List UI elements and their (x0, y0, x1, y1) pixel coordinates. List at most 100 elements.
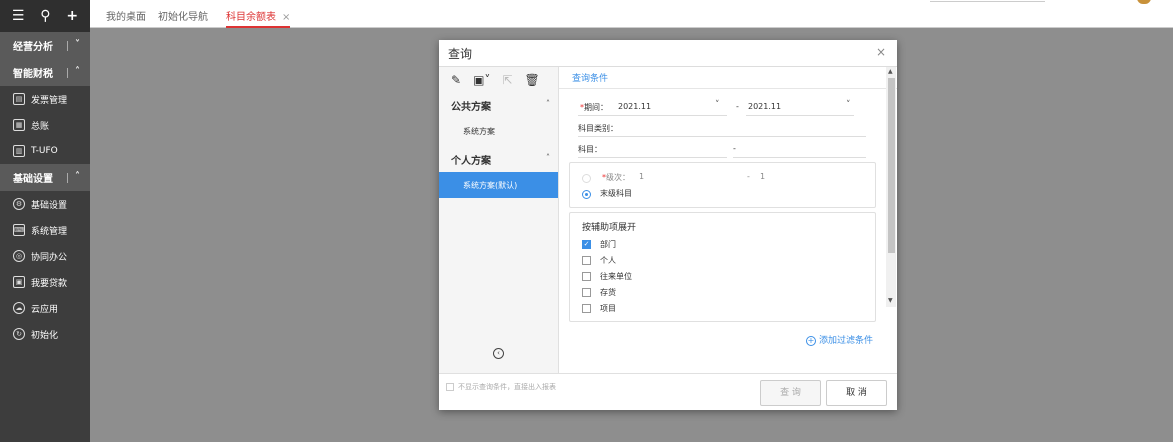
scroll-down-icon[interactable]: ▼ (888, 297, 893, 304)
delete-icon[interactable]: 🗑 (524, 73, 539, 87)
system-icon: ⌨ (13, 224, 25, 236)
level-label-text: 级次： (606, 173, 630, 182)
add-filter-link[interactable]: + 添加过滤条件 (806, 333, 873, 346)
public-scheme-header[interactable]: 公共方案 ˄ (439, 92, 558, 118)
sidebar-item-label: 协同办公 (31, 252, 68, 263)
dialog-header: 查询 × (439, 40, 897, 67)
brand-icon (1137, 0, 1151, 4)
chevron-down-icon[interactable]: ˅ (846, 100, 851, 110)
checkbox-partner[interactable] (582, 272, 591, 281)
tab-query-conditions[interactable]: 查询条件 (572, 71, 608, 84)
tab-init-nav[interactable]: 初始化导航 (158, 8, 208, 23)
scroll-thumb[interactable] (888, 78, 895, 253)
scheme-pane: ✎ ▣˅ ⇱ 🗑 公共方案 ˄ 系统方案 个人方案 ˄ 系统方案(默认) ‹ (439, 67, 559, 373)
chevron-up-icon[interactable]: ˄ (546, 99, 550, 108)
level-to-value[interactable]: 1 (760, 172, 765, 181)
level-label: *级次： (602, 172, 630, 183)
dialog-footer: 不显示查询条件，直接出入报表 查 询 取 消 (439, 373, 897, 410)
nav-group-business-analysis[interactable]: 经营分析 ˅ (0, 32, 90, 59)
sidebar-item-label: 云应用 (31, 304, 59, 315)
nav-group-label: 经营分析 (13, 42, 53, 53)
search-icon[interactable]: ⚲ (40, 8, 50, 24)
public-scheme-item[interactable]: 系统方案 (439, 118, 558, 144)
tab-label: 科目余额表 (226, 12, 276, 23)
aux-item-label: 个人 (600, 256, 616, 265)
checkbox-person[interactable] (582, 256, 591, 265)
plus-icon[interactable]: + (66, 8, 78, 24)
save-dropdown-icon[interactable]: ▣˅ (473, 73, 490, 87)
aux-item-label: 项目 (600, 304, 616, 313)
section-label: 公共方案 (451, 101, 491, 113)
add-circle-icon: + (806, 336, 816, 346)
last-level-radio[interactable] (582, 190, 591, 199)
chevron-up-icon[interactable]: ˄ (75, 171, 80, 182)
sidebar-item-label: 系统管理 (31, 226, 68, 237)
skip-conditions-checkbox[interactable] (446, 383, 454, 391)
skip-conditions-option[interactable]: 不显示查询条件，直接出入报表 (446, 382, 556, 392)
personal-scheme-item-default[interactable]: 系统方案(默认) (439, 172, 558, 198)
loan-icon: ▣ (13, 276, 25, 288)
subject-to-field[interactable] (733, 157, 866, 158)
personal-scheme-header[interactable]: 个人方案 ˄ (439, 146, 558, 172)
checkbox-department[interactable]: ✓ (582, 240, 591, 249)
scheme-toolbar: ✎ ▣˅ ⇱ 🗑 (439, 67, 558, 92)
aux-item-label: 部门 (600, 240, 616, 249)
collapse-left-icon[interactable]: ‹ (493, 348, 504, 359)
query-button[interactable]: 查 询 (760, 380, 821, 406)
sidebar-item-tufo[interactable]: ▥ T-UFO (0, 138, 90, 164)
period-from-value[interactable]: 2021.11 (618, 102, 651, 111)
sidebar-item-ledger[interactable]: ▦ 总账 (0, 112, 90, 138)
sidebar-item-collab[interactable]: ◎ 协同办公 (0, 243, 90, 269)
sidebar-item-invoice[interactable]: ▤ 发票管理 (0, 86, 90, 112)
init-icon: ↻ (13, 328, 25, 340)
export-icon: ⇱ (502, 72, 513, 87)
chevron-down-icon[interactable]: ˅ (715, 100, 720, 110)
skip-conditions-label: 不显示查询条件，直接出入报表 (458, 383, 556, 391)
divider (67, 173, 68, 183)
invoice-icon: ▤ (13, 93, 25, 105)
nav-group-label: 智能财税 (13, 69, 53, 80)
checkbox-project[interactable] (582, 304, 591, 313)
period-separator: - (736, 102, 739, 111)
sidebar-item-init[interactable]: ↻ 初始化 (0, 321, 90, 347)
close-icon[interactable]: × (282, 12, 290, 23)
tab-bar: 我的桌面 初始化导航 科目余额表 × (90, 0, 1173, 28)
close-icon[interactable]: × (876, 45, 886, 59)
level-from-value[interactable]: 1 (639, 172, 644, 181)
edit-icon[interactable]: ✎ (451, 73, 461, 87)
sidebar-item-label: 基础设置 (31, 200, 68, 211)
sidebar-item-loan[interactable]: ▣ 我要贷款 (0, 269, 90, 295)
sidebar: ☰ ⚲ + 经营分析 ˅ 智能财税 ˄ ▤ 发票管理 ▦ 总账 ▥ T-UFO … (0, 0, 90, 442)
sidebar-item-label: 初始化 (31, 330, 59, 341)
divider (67, 68, 68, 78)
chevron-down-icon[interactable]: ˅ (75, 39, 80, 50)
top-search-field[interactable] (930, 0, 1045, 2)
chevron-up-icon[interactable]: ˄ (75, 66, 80, 77)
checkbox-inventory[interactable] (582, 288, 591, 297)
category-field[interactable] (578, 136, 866, 137)
sidebar-item-system[interactable]: ⌨ 系统管理 (0, 217, 90, 243)
sidebar-item-cloud[interactable]: ☁ 云应用 (0, 295, 90, 321)
nav-group-smart-tax[interactable]: 智能财税 ˄ (0, 59, 90, 86)
ledger-icon: ▦ (13, 119, 25, 131)
chevron-up-icon[interactable]: ˄ (546, 153, 550, 162)
condition-scrollbar[interactable]: ▲ ▼ (886, 67, 896, 307)
scroll-up-icon[interactable]: ▲ (888, 68, 893, 75)
tab-my-desktop[interactable]: 我的桌面 (106, 8, 146, 23)
nav-group-basic-settings[interactable]: 基础设置 ˄ (0, 164, 90, 191)
section-label: 个人方案 (451, 155, 491, 167)
query-dialog: 查询 × ✎ ▣˅ ⇱ 🗑 公共方案 ˄ 系统方案 个人方案 ˄ 系统方案(默认… (439, 40, 897, 410)
collab-icon: ◎ (13, 250, 25, 262)
add-filter-label: 添加过滤条件 (819, 336, 874, 346)
cancel-button[interactable]: 取 消 (826, 380, 887, 406)
menu-icon[interactable]: ☰ (12, 8, 25, 24)
period-to-value[interactable]: 2021.11 (748, 102, 781, 111)
tab-subject-balance[interactable]: 科目余额表 × (226, 8, 291, 28)
sidebar-item-basic-settings[interactable]: ⚙ 基础设置 (0, 191, 90, 217)
divider (559, 88, 897, 89)
aux-title: 按辅助项展开 (582, 223, 637, 233)
subject-separator: - (733, 144, 736, 153)
subject-from-field[interactable] (578, 157, 727, 158)
level-radio[interactable] (582, 174, 591, 183)
dialog-title: 查询 (448, 47, 473, 61)
